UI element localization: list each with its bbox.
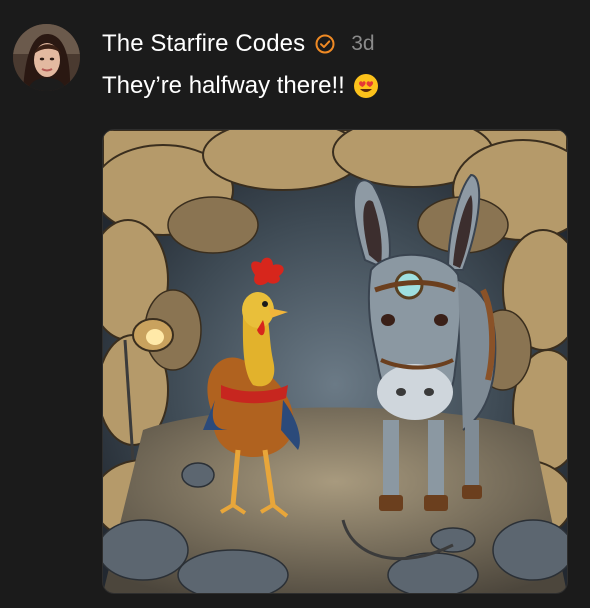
verified-badge-icon xyxy=(314,33,336,55)
rooster-donkey-cave-illustration xyxy=(103,130,567,593)
avatar-image xyxy=(13,24,80,91)
post-timestamp[interactable]: 3d xyxy=(351,32,374,56)
author-avatar[interactable] xyxy=(13,24,80,91)
post-text: They’re halfway there!! xyxy=(102,72,345,99)
heart-eyes-emoji-icon xyxy=(353,73,379,99)
post-header: The Starfire Codes 3d xyxy=(102,29,375,59)
post-body: They’re halfway there!! xyxy=(102,72,379,100)
author-name[interactable]: The Starfire Codes xyxy=(102,30,305,58)
post-image[interactable] xyxy=(102,129,568,594)
